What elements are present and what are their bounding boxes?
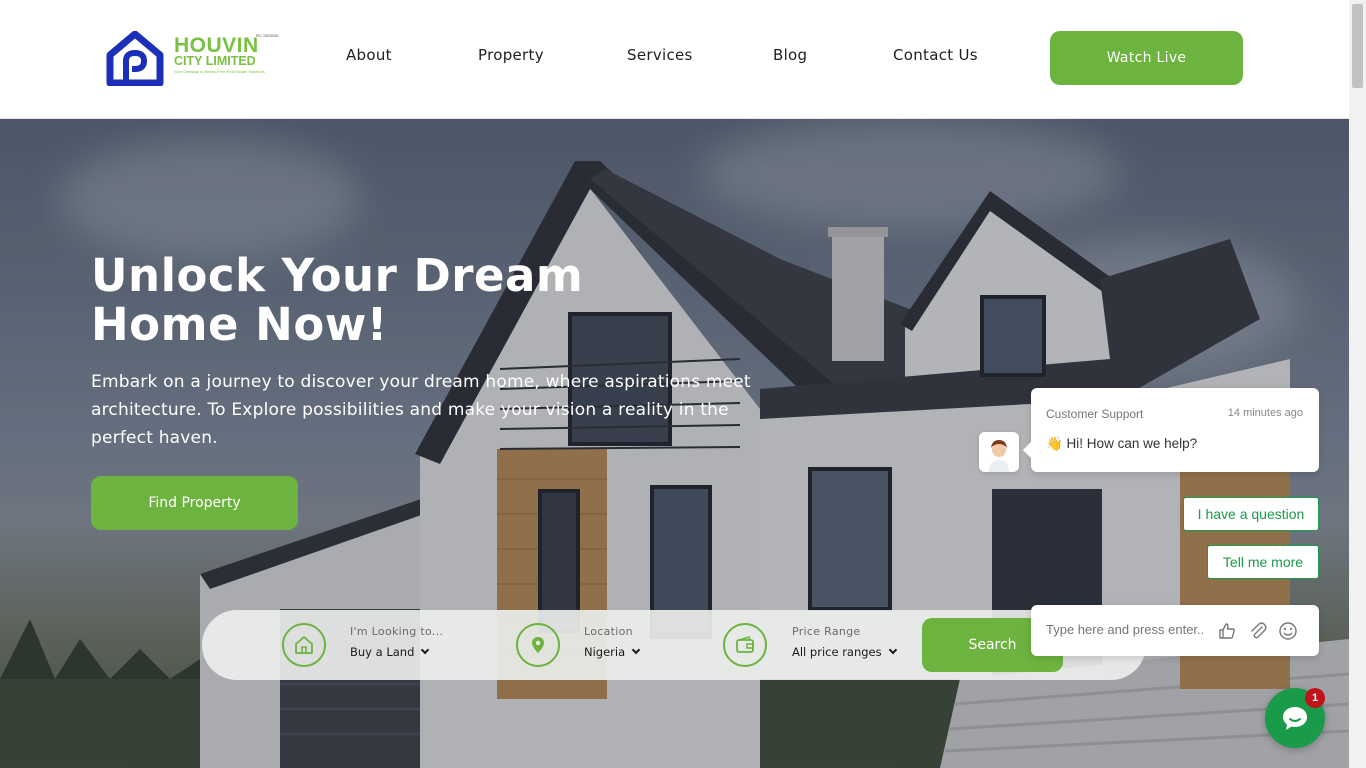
chat-bubble-icon [1283,707,1307,730]
brand-tagline: Your Gateway to Stress-Free Real Estate … [174,69,265,74]
price-range-label: Price Range [792,625,861,638]
brand-logo[interactable]: HOUVIN CITY LIMITED Your Gateway to Stre… [106,31,281,87]
wallet-icon [723,623,767,667]
page-scrollbar[interactable] [1349,0,1366,768]
nav-services[interactable]: Services [627,46,693,68]
nav-property[interactable]: Property [478,46,544,68]
nav-contact-us[interactable]: Contact Us [893,46,978,68]
attachment-icon[interactable] [1248,621,1268,641]
brand-rc-number: RC 1553206 [256,33,279,38]
looking-to-label: I'm Looking to... [350,625,444,638]
location-pin-icon [516,623,560,667]
chat-message-card[interactable]: Customer Support 14 minutes ago 👋 Hi! Ho… [1023,388,1319,472]
quick-reply-question[interactable]: I have a question [1183,497,1319,531]
looking-to-value: Buy a Land [350,645,415,659]
house-logo-icon [106,31,164,86]
hero-title-line2: Home Now! [91,298,388,351]
hero-title: Unlock Your Dream Home Now! [91,251,611,349]
location-label: Location [584,625,633,638]
looking-to-select[interactable]: Buy a Land [350,645,430,659]
location-value: Nigeria [584,645,626,659]
find-property-button[interactable]: Find Property [91,476,298,530]
unread-count-badge: 1 [1305,688,1325,708]
chevron-down-icon [631,645,641,655]
hero-subtitle: Embark on a journey to discover your dre… [91,372,751,448]
brand-name: HOUVIN [174,34,259,57]
hero-title-line1: Unlock Your Dream [91,249,584,302]
location-select[interactable]: Nigeria [584,645,641,659]
price-range-value: All price ranges [792,645,882,659]
emoji-icon[interactable] [1278,621,1298,641]
chat-message-input[interactable] [1046,622,1206,637]
watch-live-button[interactable]: Watch Live [1050,31,1243,85]
scrollbar-thumb[interactable] [1352,4,1363,88]
chevron-down-icon [421,645,430,655]
chat-greeting: 👋 Hi! How can we help? [1046,436,1198,451]
nav-about[interactable]: About [346,46,392,68]
chat-timestamp: 14 minutes ago [1227,407,1303,419]
price-range-select[interactable]: All price ranges [792,645,897,659]
property-search-bar: I'm Looking to... Buy a Land Location Ni… [202,610,1146,680]
thumbs-up-icon[interactable] [1217,621,1237,641]
site-header: HOUVIN CITY LIMITED Your Gateway to Stre… [0,0,1349,119]
chat-input-box [1031,605,1319,656]
brand-name-line2: CITY LIMITED [174,54,256,68]
support-agent-avatar [979,432,1019,472]
quick-reply-tell-more[interactable]: Tell me more [1207,545,1319,579]
nav-blog[interactable]: Blog [773,46,807,68]
chevron-down-icon [888,645,897,655]
chat-sender: Customer Support [1046,407,1144,421]
home-icon [282,623,326,667]
